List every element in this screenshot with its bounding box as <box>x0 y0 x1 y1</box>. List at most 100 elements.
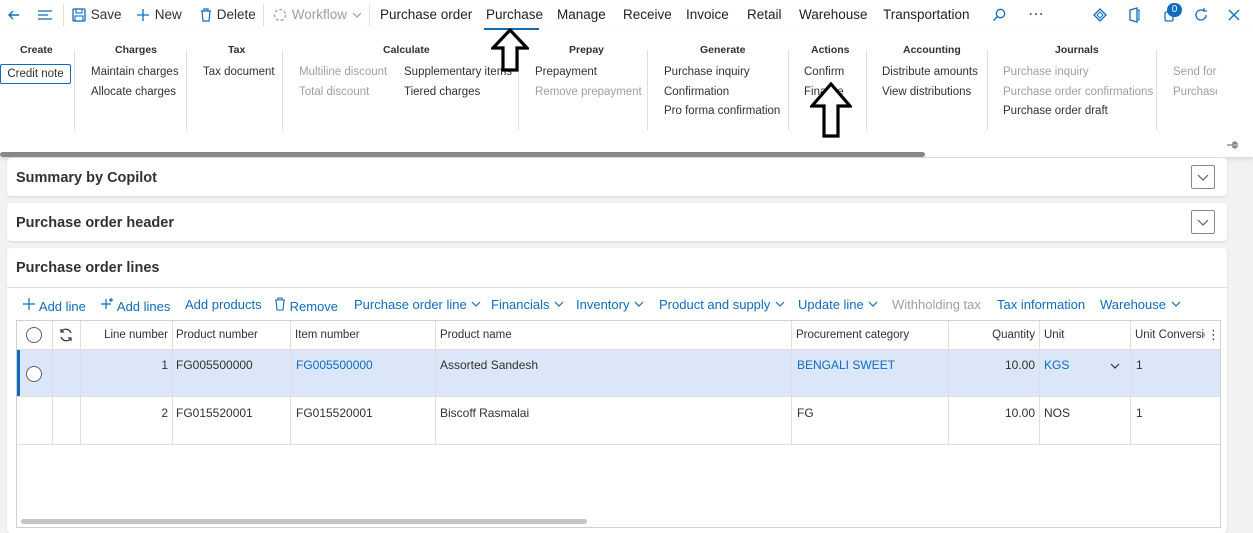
product-number-cell[interactable]: FG005500000 <box>176 358 253 372</box>
overflow-purchase-button[interactable]: Purchase <box>1173 86 1217 98</box>
column-product-name[interactable]: Product name <box>440 321 790 349</box>
tax-document-button[interactable]: Tax document <box>203 66 275 78</box>
save-button[interactable]: Save <box>71 0 122 30</box>
remove-button[interactable]: Remove <box>274 297 338 314</box>
pin-icon[interactable] <box>1226 140 1238 153</box>
row-select-radio[interactable] <box>26 366 42 382</box>
refresh-grid-icon[interactable] <box>58 327 74 346</box>
office-icon[interactable] <box>1126 0 1142 30</box>
summary-copilot-section[interactable]: Summary by Copilot <box>7 158 1227 196</box>
add-lines-button[interactable]: Add lines <box>100 297 170 314</box>
financials-menu[interactable]: Financials <box>491 297 565 312</box>
product-and-supply-menu[interactable]: Product and supply <box>659 297 786 312</box>
column-line-number[interactable]: Line number <box>81 321 168 349</box>
notification-badge: 0 <box>1167 3 1182 17</box>
column-procurement-category[interactable]: Procurement category <box>796 321 946 349</box>
tab-retail[interactable]: Retail <box>747 0 782 30</box>
add-line-button[interactable]: Add line <box>22 297 86 314</box>
quantity-cell[interactable]: 10.00 <box>950 358 1035 372</box>
back-arrow-icon[interactable] <box>6 0 22 30</box>
selected-row-indicator <box>17 349 20 396</box>
tab-invoice[interactable]: Invoice <box>686 0 729 30</box>
journal-purchase-inquiry-button[interactable]: Purchase inquiry <box>1003 66 1089 78</box>
purchase-order-header-section[interactable]: Purchase order header <box>7 203 1227 241</box>
total-discount-button[interactable]: Total discount <box>299 86 369 98</box>
distribute-amounts-button[interactable]: Distribute amounts <box>882 66 978 78</box>
withholding-tax-button[interactable]: Withholding tax <box>892 297 981 312</box>
workflow-button[interactable]: Workflow <box>272 0 363 30</box>
tab-purchase[interactable]: Purchase <box>486 0 543 30</box>
tiered-charges-button[interactable]: Tiered charges <box>404 86 480 98</box>
column-item-number[interactable]: Item number <box>295 321 435 349</box>
confirmation-button[interactable]: Confirmation <box>664 86 729 98</box>
pro-forma-confirmation-button[interactable]: Pro forma confirmation <box>664 105 780 117</box>
purchase-order-confirmations-button[interactable]: Purchase order confirmations <box>1003 86 1153 98</box>
tax-information-button[interactable]: Tax information <box>997 297 1085 312</box>
column-quantity[interactable]: Quantity <box>950 321 1035 349</box>
close-icon[interactable] <box>1227 0 1241 30</box>
refresh-icon[interactable] <box>1193 0 1209 30</box>
send-for-button[interactable]: Send for <box>1173 66 1217 78</box>
tab-purchase-order[interactable]: Purchase order <box>380 0 472 30</box>
credit-note-button[interactable]: Credit note <box>0 64 71 84</box>
column-options-icon[interactable]: ⋮ <box>1207 327 1220 343</box>
tab-transportation[interactable]: Transportation <box>883 0 970 30</box>
purchase-order-draft-button[interactable]: Purchase order draft <box>1003 105 1108 117</box>
add-lines-label: Add lines <box>116 299 171 314</box>
unit-dropdown[interactable]: KGS <box>1044 358 1069 372</box>
unit-conversion-cell[interactable]: 1 <box>1136 406 1143 420</box>
item-number-link[interactable]: FG005500000 <box>296 358 373 372</box>
procurement-category-link[interactable]: BENGALI SWEET <box>797 358 895 372</box>
expand-copilot-button[interactable] <box>1191 165 1215 189</box>
product-name-cell[interactable]: Assorted Sandesh <box>440 358 538 372</box>
remove-prepayment-button[interactable]: Remove prepayment <box>535 86 642 98</box>
update-line-menu[interactable]: Update line <box>798 297 879 312</box>
new-button[interactable]: New <box>135 0 182 30</box>
purchase-inquiry-button[interactable]: Purchase inquiry <box>664 66 750 78</box>
group-calculate-title: Calculate <box>383 44 430 56</box>
update-line-label: Update line <box>798 297 864 312</box>
chevron-down-icon <box>775 301 785 307</box>
grid-horizontal-scrollbar[interactable] <box>21 519 587 524</box>
chevron-down-icon <box>1197 174 1209 181</box>
product-number-cell[interactable]: FG015520001 <box>176 406 253 420</box>
column-unit[interactable]: Unit <box>1044 321 1124 349</box>
maintain-charges-button[interactable]: Maintain charges <box>91 66 179 78</box>
financials-label: Financials <box>491 297 550 312</box>
quantity-cell[interactable]: 10.00 <box>950 406 1035 420</box>
command-bar: Save New Delete Workflow Purchase order … <box>0 0 1253 30</box>
plus-icon <box>137 9 149 22</box>
tab-manage[interactable]: Manage <box>557 0 606 30</box>
ribbon-scrollbar[interactable] <box>0 152 925 157</box>
item-number-cell[interactable]: FG015520001 <box>296 406 373 420</box>
expand-header-button[interactable] <box>1191 210 1215 234</box>
warehouse-menu[interactable]: Warehouse <box>1100 297 1182 312</box>
product-name-cell[interactable]: Biscoff Rasmalai <box>440 406 529 420</box>
prepayment-button[interactable]: Prepayment <box>535 66 597 78</box>
chevron-down-icon <box>868 301 878 307</box>
delete-button[interactable]: Delete <box>199 0 256 30</box>
select-all-radio[interactable] <box>26 327 42 343</box>
unit-cell[interactable]: NOS <box>1044 406 1070 420</box>
confirm-button[interactable]: Confirm <box>804 66 844 78</box>
more-options-icon[interactable]: ⋯ <box>1028 0 1044 30</box>
purchase-order-line-menu[interactable]: Purchase order line <box>354 297 482 312</box>
view-distributions-button[interactable]: View distributions <box>882 86 971 98</box>
product-and-supply-label: Product and supply <box>659 297 771 312</box>
unit-conversion-cell[interactable]: 1 <box>1136 358 1143 372</box>
column-unit-conversion[interactable]: Unit Conversio <box>1135 321 1205 349</box>
group-generate-title: Generate <box>700 44 746 56</box>
procurement-category-cell[interactable]: FG <box>797 406 814 420</box>
inventory-menu[interactable]: Inventory <box>576 297 645 312</box>
menu-icon[interactable] <box>36 0 54 30</box>
search-icon[interactable] <box>991 0 1007 30</box>
diamond-icon[interactable] <box>1092 0 1108 30</box>
add-products-button[interactable]: Add products <box>185 297 262 312</box>
allocate-charges-button[interactable]: Allocate charges <box>91 86 176 98</box>
save-label: Save <box>90 7 122 22</box>
multiline-discount-button[interactable]: Multiline discount <box>299 66 387 78</box>
tab-warehouse[interactable]: Warehouse <box>799 0 868 30</box>
chevron-down-icon[interactable] <box>1109 359 1121 374</box>
tab-receive[interactable]: Receive <box>623 0 672 30</box>
column-product-number[interactable]: Product number <box>176 321 286 349</box>
